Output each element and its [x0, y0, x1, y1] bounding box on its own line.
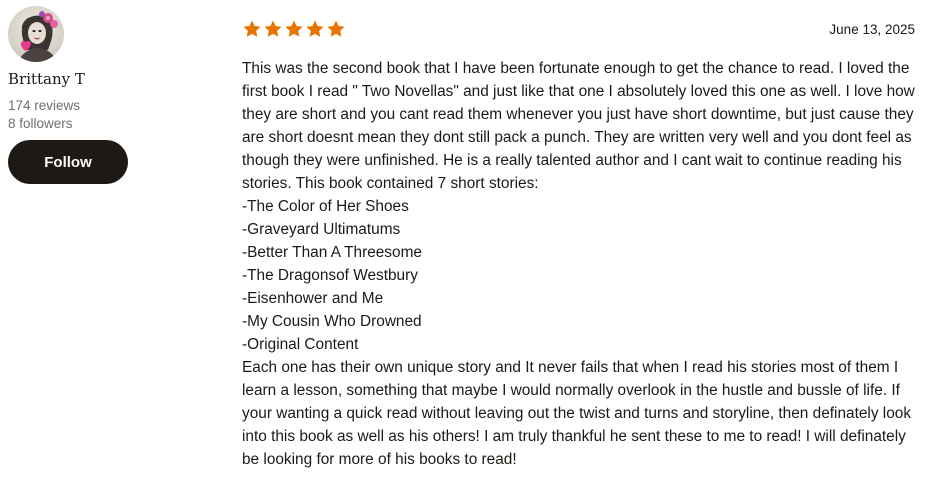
review-text: This was the second book that I have bee… [242, 60, 915, 468]
review-date[interactable]: June 13, 2025 [829, 22, 922, 37]
follower-count: 8 followers [8, 116, 73, 131]
review-header: June 13, 2025 [242, 18, 922, 40]
review-count: 174 reviews [8, 98, 81, 113]
reviewer-name[interactable]: Brittany T [8, 70, 148, 88]
review: June 13, 2025 This was the second book t… [242, 18, 922, 471]
star-icon [243, 20, 261, 37]
star-icon [264, 20, 282, 37]
reviewer-card: Brittany T 174 reviews 8 followers Follo… [8, 6, 148, 184]
star-icon [285, 20, 303, 37]
star-icon [327, 20, 345, 37]
user-avatar-icon [8, 6, 64, 62]
follow-button[interactable]: Follow [8, 140, 128, 184]
star-rating [242, 19, 346, 39]
avatar[interactable] [8, 6, 64, 62]
star-icon [306, 20, 324, 37]
